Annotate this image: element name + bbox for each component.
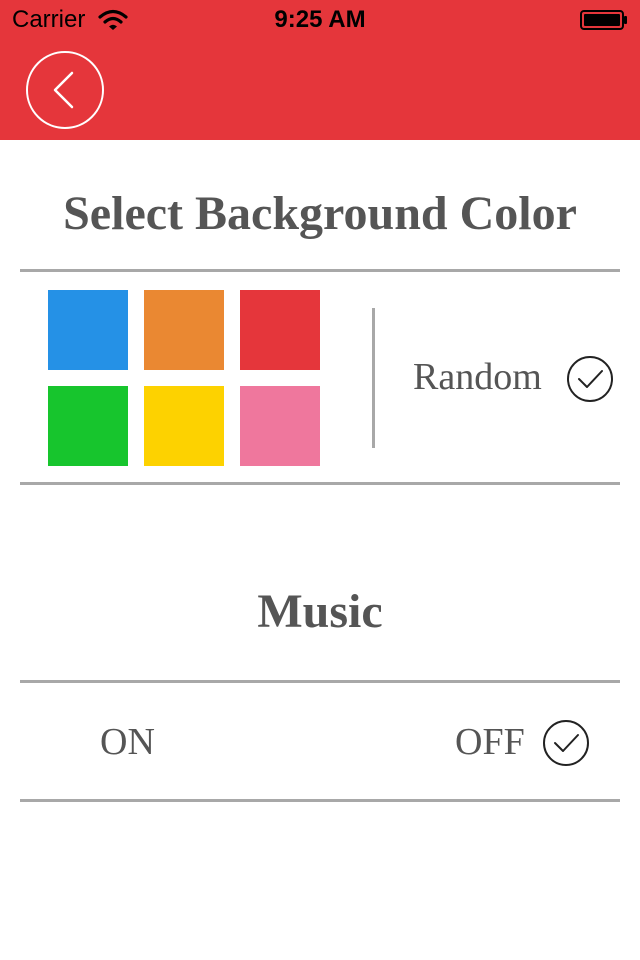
music-title: Music (257, 585, 383, 638)
divider-middle (20, 482, 620, 485)
background-color-title: Select Background Color (63, 187, 577, 240)
color-swatch-yellow[interactable] (144, 386, 224, 466)
back-button[interactable] (26, 51, 104, 129)
music-on-option[interactable]: ON (100, 720, 155, 764)
random-label: Random (413, 356, 542, 398)
chevron-left-icon (53, 71, 74, 109)
divider-music (20, 680, 620, 683)
music-off-check-icon[interactable] (542, 719, 590, 767)
top-bar: Carrier 9:25 AM (0, 0, 640, 140)
status-bar: Carrier 9:25 AM (0, 0, 640, 40)
vertical-divider (372, 308, 375, 448)
color-swatch-green[interactable] (48, 386, 128, 466)
color-swatch-red[interactable] (240, 290, 320, 370)
divider-top (20, 269, 620, 272)
music-off-label: OFF (455, 721, 525, 763)
divider-bottom (20, 799, 620, 802)
color-swatch-pink[interactable] (240, 386, 320, 466)
music-on-label: ON (100, 721, 155, 763)
battery-icon (580, 10, 627, 30)
color-swatch-blue[interactable] (48, 290, 128, 370)
random-option[interactable]: Random (413, 355, 542, 399)
color-swatch-orange[interactable] (144, 290, 224, 370)
music-off-option[interactable]: OFF (455, 720, 525, 764)
random-check-icon[interactable] (566, 355, 614, 403)
status-time: 9:25 AM (274, 6, 366, 33)
